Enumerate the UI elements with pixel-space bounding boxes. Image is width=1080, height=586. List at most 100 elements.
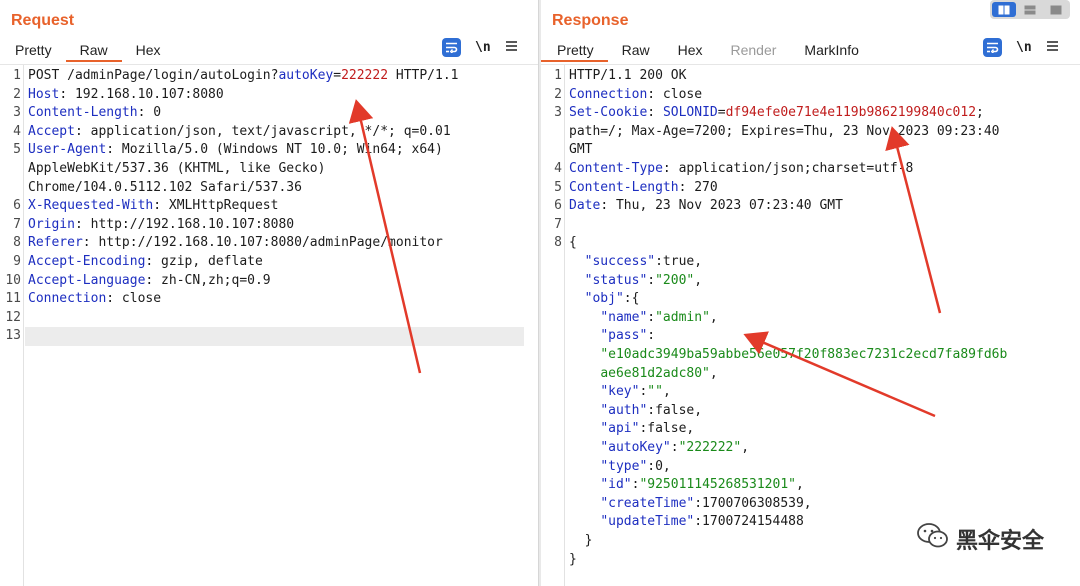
code-line: 5 User-Agent: Mozilla/5.0 (Windows NT 10.… (0, 141, 524, 160)
split-vertical-icon[interactable] (1018, 2, 1042, 17)
line-code: "autoKey":"222222", (569, 439, 749, 458)
line-code: "obj":{ (569, 290, 640, 309)
line-code: Connection: close (569, 86, 702, 105)
code-token: : (670, 440, 679, 455)
menu-icon[interactable] (1046, 39, 1059, 57)
split-horizontal-icon[interactable] (992, 2, 1016, 17)
code-token: path=/; Max-Age=7200; Expires=Thu, 23 No… (569, 123, 1000, 139)
wechat-icon (916, 522, 950, 556)
line-number: 3 (13, 105, 21, 121)
tab-markinfo[interactable]: MarkInfo (790, 40, 872, 62)
code-token: ae6e81d2adc80" (600, 365, 710, 381)
code-token: : Thu, 23 Nov 2023 07:23:40 GMT (600, 198, 843, 214)
tab-raw[interactable]: Raw (608, 40, 664, 62)
code-token: : application/json;charset=utf-8 (662, 161, 914, 176)
request-title: Request (11, 12, 75, 29)
code-line: 2 Host: 192.168.10.107:8080 (0, 86, 524, 105)
line-code: HTTP/1.1 200 OK (569, 67, 686, 86)
tab-pretty[interactable]: Pretty (541, 40, 608, 62)
code-token: : (647, 309, 656, 325)
tab-render[interactable]: Render (717, 40, 791, 62)
wrap-lines-icon[interactable] (442, 38, 461, 57)
code-token: { (569, 235, 577, 251)
code-token: , (694, 272, 703, 288)
line-number: 9 (13, 254, 21, 269)
line-number: 1 (13, 68, 21, 83)
code-token: "222222" (678, 440, 742, 455)
response-pane: Response Pretty Raw Hex Render MarkInfo \n 1… (541, 0, 1080, 586)
line-code: User-Agent: Mozilla/5.0 (Windows NT 10.0… (28, 141, 443, 160)
code-line: "id":"925011145268531201", (541, 476, 1066, 495)
code-token: AppleWebKit/537.36 (KHTML, like Gecko) (28, 161, 326, 176)
tab-pretty[interactable]: Pretty (0, 40, 66, 62)
code-token: "status" (584, 272, 648, 288)
wrap-lines-icon[interactable] (983, 38, 1002, 57)
code-line: 6 X-Requested-With: XMLHttpRequest (0, 197, 524, 216)
code-token: "925011145268531201" (639, 477, 796, 493)
code-line: 8 Referer: http://192.168.10.107:8080/adm… (0, 234, 524, 253)
code-line: 1 POST /adminPage/login/autoLogin?autoKey… (0, 67, 524, 86)
code-token: ; (976, 105, 984, 121)
code-token: "createTime" (600, 495, 695, 511)
code-token: : close (647, 86, 703, 102)
line-code: AppleWebKit/537.36 (KHTML, like Gecko) (28, 160, 325, 179)
line-number: 4 (13, 123, 21, 139)
code-line: 1 HTTP/1.1 200 OK (541, 67, 1066, 86)
code-token: "" (647, 384, 663, 400)
code-token: , (741, 440, 750, 455)
response-toolbar: \n (983, 38, 1059, 57)
line-number: 5 (13, 142, 21, 158)
tab-hex[interactable]: Hex (664, 40, 717, 62)
line-number: 8 (554, 235, 562, 251)
code-line: "success":true, (541, 253, 1066, 272)
code-line: "createTime":1700706308539, (541, 495, 1066, 514)
tab-raw[interactable]: Raw (65, 40, 122, 62)
request-editor[interactable]: 1 POST /adminPage/login/autoLogin?autoKey… (0, 64, 538, 586)
code-token: Date (569, 198, 601, 214)
watermark: 黑伞安全 (916, 522, 1044, 556)
code-token: GMT (569, 142, 593, 158)
code-token: Referer (28, 235, 83, 251)
line-code: Accept-Encoding: gzip, deflate (28, 253, 263, 272)
line-code: Origin: http://192.168.10.107:8080 (28, 216, 294, 235)
line-code: "status":"200", (569, 272, 702, 291)
code-line: 7 Origin: http://192.168.10.107:8080 (0, 216, 524, 235)
tab-hex[interactable]: Hex (122, 40, 175, 62)
code-line: 11 Connection: close (0, 290, 524, 309)
line-code: "auth":false, (569, 402, 702, 421)
code-token: User-Agent (28, 142, 107, 158)
code-token: Accept (28, 123, 75, 139)
code-token: "admin" (655, 309, 710, 325)
line-number: 2 (554, 86, 562, 102)
single-pane-icon[interactable] (1044, 2, 1068, 17)
code-token: :true, (655, 254, 703, 269)
newline-icon[interactable]: \n (475, 40, 491, 55)
code-line: "api":false, (541, 420, 1066, 439)
code-token: Content-Type (569, 161, 663, 176)
code-line: ae6e81d2adc80", (541, 365, 1066, 384)
code-token: "key" (600, 384, 640, 400)
code-token: : 0 (137, 105, 162, 121)
newline-icon[interactable]: \n (1016, 40, 1032, 55)
code-line: 9 Accept-Encoding: gzip, deflate (0, 253, 524, 272)
response-editor[interactable]: 1 HTTP/1.1 200 OK 2 Connection: close 3 Set-C… (541, 64, 1080, 586)
menu-icon[interactable] (505, 39, 518, 57)
line-code: "success":true, (569, 253, 702, 272)
code-token: "id" (600, 477, 632, 493)
line-code: "key":"", (569, 383, 670, 402)
code-token: :1700706308539, (694, 495, 812, 511)
request-toolbar: \n (442, 38, 518, 57)
code-line: "type":0, (541, 458, 1066, 477)
line-code: "id":"925011145268531201", (569, 476, 804, 495)
line-code: "name":"admin", (569, 309, 717, 328)
code-token: } (569, 533, 593, 548)
line-code: "e10adc3949ba59abbe56e057f20f883ec7231c2… (569, 346, 1007, 365)
code-line: "autoKey":"222222", (541, 439, 1066, 458)
response-tabs: Pretty Raw Hex Render MarkInfo (541, 40, 873, 62)
